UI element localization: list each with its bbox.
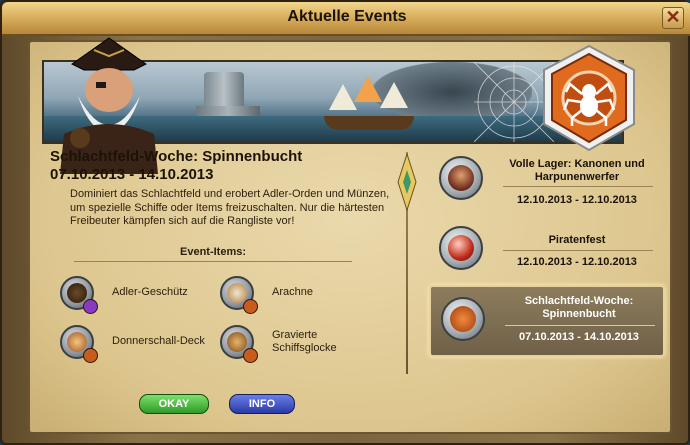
info-button[interactable]: INFO [229,394,295,414]
ship-icon [220,276,258,314]
event-list-title: Piratenfest [548,234,606,246]
divider [503,250,653,251]
event-item[interactable]: Gravierte Schiffsglocke [220,325,380,365]
spider-icon [441,297,485,341]
pirate-woman-icon [439,156,483,200]
divider [503,186,653,187]
event-item[interactable]: Arachne [220,276,380,316]
event-list-title: Schlachtfeld-Woche: Spinnenbucht [524,295,634,320]
ship-sail [354,76,382,102]
close-button[interactable]: ✕ [662,7,684,29]
cannon-icon [60,276,98,314]
event-item-label: Adler-Geschütz [112,286,188,298]
event-dates: 07.10.2013 - 14.10.2013 [50,166,214,183]
festival-orb-icon [439,226,483,270]
event-item[interactable]: Donnerschall-Deck [60,325,220,365]
event-list-title: Volle Lager: Kanonen und Harpunenwerfer [509,158,645,183]
event-item[interactable]: Adler-Geschütz [60,276,220,316]
event-title: Schlachtfeld-Woche: Spinnenbucht [50,148,303,165]
event-list-dates: 12.10.2013 - 12.10.2013 [517,194,637,206]
event-list-item[interactable]: Piratenfest 12.10.2013 - 12.10.2013 [429,218,665,284]
ship-sail [329,84,357,110]
event-list-item[interactable]: Volle Lager: Kanonen und Harpunenwerfer … [429,148,665,214]
divider [505,325,655,326]
event-list-dates: 12.10.2013 - 12.10.2013 [517,256,637,268]
ship-sail [380,82,408,108]
event-window: Aktuelle Events ✕ Schlachtfeld-Woche: Sp… [0,0,690,445]
divider [74,261,352,262]
event-description: Dominiert das Schlachtfeld und erobert A… [70,188,390,227]
window-title: Aktuelle Events [287,8,407,25]
ornament-gem-icon [397,152,417,212]
spider-event-badge-icon [543,44,635,152]
okay-button[interactable]: OKAY [139,394,209,414]
title-bar: Aktuelle Events ✕ [2,2,690,36]
event-list-dates: 07.10.2013 - 14.10.2013 [519,331,639,343]
event-items-heading: Event-Items: [180,246,247,258]
event-item-label: Arachne [272,286,313,298]
bell-icon [220,325,258,363]
deck-icon [60,325,98,363]
ship-hull [324,116,414,130]
event-item-label: Donnerschall-Deck [112,335,205,347]
event-list-item-selected[interactable]: Schlachtfeld-Woche: Spinnenbucht 07.10.2… [429,285,665,357]
event-item-label: Gravierte Schiffsglocke [272,329,337,354]
